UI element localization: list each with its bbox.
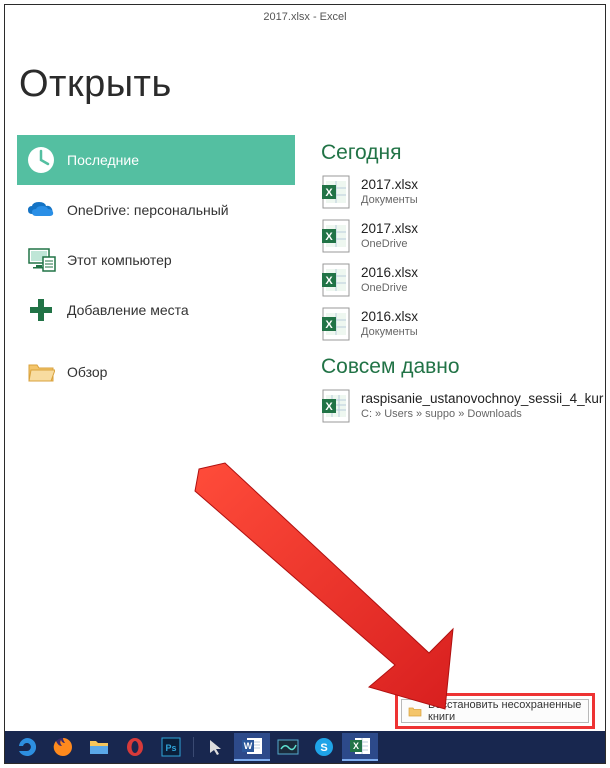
location-browse[interactable]: Обзор xyxy=(17,347,295,397)
section-header-older: Совсем давно xyxy=(321,355,605,379)
svg-text:X: X xyxy=(325,187,333,199)
svg-text:Ps: Ps xyxy=(165,743,176,753)
location-label: Добавление места xyxy=(67,302,189,318)
recent-file-item[interactable]: X 2017.xlsx Документы xyxy=(321,171,605,213)
annotation-arrow xyxy=(177,461,477,721)
taskbar-divider xyxy=(193,737,194,757)
taskbar-photoshop-icon[interactable]: Ps xyxy=(153,733,189,761)
taskbar-word-icon[interactable]: W xyxy=(234,733,270,761)
file-path: Документы xyxy=(361,326,418,339)
file-name: 2017.xlsx xyxy=(361,221,418,237)
folder-icon xyxy=(23,354,59,390)
location-label: Этот компьютер xyxy=(67,252,172,268)
window-title: 2017.xlsx - Excel xyxy=(5,11,605,23)
onedrive-icon xyxy=(23,192,59,228)
recent-files-panel: Сегодня X 2017.xlsx Документы X 2017.xls… xyxy=(321,137,605,429)
recover-unsaved-button[interactable]: Восстановить несохраненные книги xyxy=(401,699,589,723)
file-text: 2016.xlsx OneDrive xyxy=(361,265,418,294)
svg-text:W: W xyxy=(244,741,253,751)
location-label: Последние xyxy=(67,152,139,168)
file-path: OneDrive xyxy=(361,282,418,295)
taskbar-file-explorer-icon[interactable] xyxy=(81,733,117,761)
location-onedrive[interactable]: OneDrive: персональный xyxy=(17,185,295,235)
this-pc-icon xyxy=(23,242,59,278)
location-label: Обзор xyxy=(67,364,107,380)
recent-file-item[interactable]: X 2016.xlsx OneDrive xyxy=(321,259,605,301)
taskbar-opera-icon[interactable] xyxy=(117,733,153,761)
taskbar-excel-icon[interactable]: X xyxy=(342,733,378,761)
taskbar-edge-icon[interactable] xyxy=(9,733,45,761)
file-text: raspisanie_ustanovochnoy_sessii_4_kur C:… xyxy=(361,391,603,420)
clock-icon xyxy=(23,142,59,178)
file-text: 2016.xlsx Документы xyxy=(361,309,418,338)
recent-file-item[interactable]: X raspisanie_ustanovochnoy_sessii_4_kur … xyxy=(321,385,605,427)
excel-file-icon: X xyxy=(321,389,351,423)
windows-taskbar: Ps W S X xyxy=(5,731,605,763)
add-place-icon xyxy=(23,292,59,328)
location-add-place[interactable]: Добавление места xyxy=(17,285,295,335)
excel-file-icon: X xyxy=(321,219,351,253)
excel-file-icon: X xyxy=(321,263,351,297)
file-path: Документы xyxy=(361,194,418,207)
svg-text:X: X xyxy=(325,401,333,413)
excel-open-backstage: 2017.xlsx - Excel Открыть Последние OneD… xyxy=(4,4,606,764)
svg-text:X: X xyxy=(325,231,333,243)
recent-file-item[interactable]: X 2017.xlsx OneDrive xyxy=(321,215,605,257)
excel-file-icon: X xyxy=(321,175,351,209)
file-name: 2016.xlsx xyxy=(361,265,418,281)
excel-file-icon: X xyxy=(321,307,351,341)
section-header-today: Сегодня xyxy=(321,141,605,165)
taskbar-skype-icon[interactable]: S xyxy=(306,733,342,761)
svg-text:X: X xyxy=(353,741,359,751)
file-path: OneDrive xyxy=(361,238,418,251)
file-name: raspisanie_ustanovochnoy_sessii_4_kur xyxy=(361,391,603,407)
taskbar-app-icon[interactable] xyxy=(270,733,306,761)
svg-text:S: S xyxy=(320,742,327,754)
folder-icon xyxy=(408,706,422,717)
file-name: 2017.xlsx xyxy=(361,177,418,193)
locations-list: Последние OneDrive: персональный xyxy=(17,135,295,397)
svg-text:X: X xyxy=(325,275,333,287)
file-text: 2017.xlsx OneDrive xyxy=(361,221,418,250)
location-this-pc[interactable]: Этот компьютер xyxy=(17,235,295,285)
location-recent[interactable]: Последние xyxy=(17,135,295,185)
svg-text:X: X xyxy=(325,319,333,331)
taskbar-cursor-icon[interactable] xyxy=(198,733,234,761)
location-label: OneDrive: персональный xyxy=(67,202,229,218)
recent-file-item[interactable]: X 2016.xlsx Документы xyxy=(321,303,605,345)
taskbar-firefox-icon[interactable] xyxy=(45,733,81,761)
file-text: 2017.xlsx Документы xyxy=(361,177,418,206)
file-name: 2016.xlsx xyxy=(361,309,418,325)
file-path: C: » Users » suppo » Downloads xyxy=(361,408,603,421)
page-heading: Открыть xyxy=(19,63,172,106)
recover-label: Восстановить несохраненные книги xyxy=(428,699,582,723)
